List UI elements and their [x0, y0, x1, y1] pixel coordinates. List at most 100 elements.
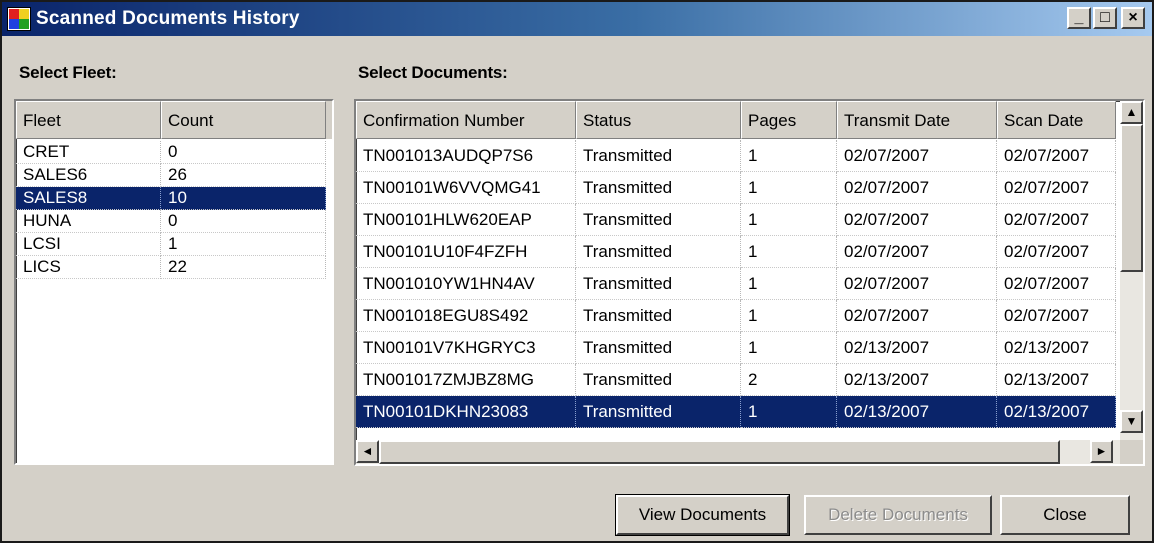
fleet-column-header[interactable]: Fleet [16, 101, 161, 139]
fleet-list[interactable]: Fleet Count CRET 0 SALES6 26 SALES8 10 HUNA 0 LC… [14, 99, 334, 465]
status-cell: Transmitted [576, 396, 741, 428]
minimize-button[interactable]: _ [1067, 7, 1091, 29]
scan-date-cell: 02/07/2007 [997, 172, 1116, 204]
documents-vertical-scrollbar[interactable]: ▲ ▼ [1120, 101, 1143, 464]
count-cell: 26 [161, 164, 326, 187]
scan-date-column-header[interactable]: Scan Date [997, 101, 1116, 139]
pages-cell: 1 [741, 268, 837, 300]
scan-date-cell: 02/07/2007 [997, 236, 1116, 268]
confirmation-number-cell: TN001017ZMJBZ8MG [356, 364, 576, 396]
scan-date-cell: 02/13/2007 [997, 364, 1116, 396]
horizontal-scroll-thumb[interactable] [379, 440, 1060, 464]
scroll-down-button[interactable]: ▼ [1120, 410, 1143, 433]
confirmation-number-cell: TN00101W6VVQMG41 [356, 172, 576, 204]
scroll-right-button[interactable]: ► [1090, 440, 1113, 463]
pages-cell: 2 [741, 364, 837, 396]
document-row[interactable]: TN001010YW1HN4AV Transmitted 1 02/07/2007 02… [356, 268, 1116, 300]
fleet-cell: LICS [16, 256, 161, 279]
fleet-row[interactable]: LICS 22 [16, 256, 326, 279]
documents-list[interactable]: Confirmation Number Status Pages Transmi… [354, 99, 1145, 466]
select-documents-label: Select Documents: [358, 63, 508, 82]
confirmation-number-cell: TN00101U10F4FZFH [356, 236, 576, 268]
document-row[interactable]: TN001017ZMJBZ8MG Transmitted 2 02/13/2007 02… [356, 364, 1116, 396]
count-column-header[interactable]: Count [161, 101, 326, 139]
transmit-date-column-header[interactable]: Transmit Date [837, 101, 997, 139]
pages-cell: 1 [741, 204, 837, 236]
documents-header-row: Confirmation Number Status Pages Transmi… [356, 101, 1116, 139]
fleet-row[interactable]: HUNA 0 [16, 210, 326, 233]
scan-date-cell: 02/13/2007 [997, 332, 1116, 364]
pages-cell: 1 [741, 332, 837, 364]
status-cell: Transmitted [576, 364, 741, 396]
document-row[interactable]: TN00101W6VVQMG41 Transmitted 1 02/07/2007 02… [356, 172, 1116, 204]
scan-date-cell: 02/07/2007 [997, 140, 1116, 172]
scroll-up-button[interactable]: ▲ [1120, 101, 1143, 124]
status-cell: Transmitted [576, 140, 741, 172]
fleet-cell: LCSI [16, 233, 161, 256]
window-title: Scanned Documents History [36, 8, 300, 29]
select-fleet-label: Select Fleet: [19, 63, 117, 82]
count-cell: 0 [161, 210, 326, 233]
count-cell: 10 [161, 187, 326, 210]
fleet-cell: CRET [16, 141, 161, 164]
pages-cell: 1 [741, 140, 837, 172]
transmit-date-cell: 02/07/2007 [837, 268, 997, 300]
transmit-date-cell: 02/07/2007 [837, 172, 997, 204]
delete-documents-button[interactable]: Delete Documents [804, 495, 992, 535]
status-cell: Transmitted [576, 268, 741, 300]
pages-cell: 1 [741, 396, 837, 428]
transmit-date-cell: 02/13/2007 [837, 332, 997, 364]
confirmation-number-cell: TN001018EGU8S492 [356, 300, 576, 332]
confirmation-number-cell: TN00101DKHN23083 [356, 396, 576, 428]
fleet-row[interactable]: CRET 0 [16, 141, 326, 164]
vertical-scroll-thumb[interactable] [1120, 124, 1143, 272]
fleet-row[interactable]: SALES8 10 [16, 187, 326, 210]
document-row[interactable]: TN00101DKHN23083 Transmitted 1 02/13/2007 02… [356, 396, 1116, 428]
documents-horizontal-scrollbar[interactable]: ◄ ► [356, 440, 1138, 464]
fleet-cell: HUNA [16, 210, 161, 233]
transmit-date-cell: 02/13/2007 [837, 396, 997, 428]
close-button[interactable]: Close [1000, 495, 1130, 535]
fleet-cell: SALES8 [16, 187, 161, 210]
status-cell: Transmitted [576, 172, 741, 204]
document-row[interactable]: TN001013AUDQP7S6 Transmitted 1 02/07/2007 02… [356, 140, 1116, 172]
status-column-header[interactable]: Status [576, 101, 741, 139]
confirmation-number-cell: TN00101HLW620EAP [356, 204, 576, 236]
document-row[interactable]: TN00101V7KHGRYC3 Transmitted 1 02/13/2007 02… [356, 332, 1116, 364]
pages-column-header[interactable]: Pages [741, 101, 837, 139]
transmit-date-cell: 02/13/2007 [837, 364, 997, 396]
transmit-date-cell: 02/07/2007 [837, 140, 997, 172]
scrollbar-corner [1120, 440, 1143, 464]
scan-date-cell: 02/13/2007 [997, 396, 1116, 428]
confirmation-number-cell: TN001013AUDQP7S6 [356, 140, 576, 172]
status-cell: Transmitted [576, 332, 741, 364]
document-row[interactable]: TN00101U10F4FZFH Transmitted 1 02/07/2007 02… [356, 236, 1116, 268]
fleet-header-row: Fleet Count [16, 101, 332, 139]
pages-cell: 1 [741, 236, 837, 268]
document-row[interactable]: TN00101HLW620EAP Transmitted 1 02/07/2007 02… [356, 204, 1116, 236]
scan-date-cell: 02/07/2007 [997, 268, 1116, 300]
scan-date-cell: 02/07/2007 [997, 204, 1116, 236]
scanned-documents-window: Scanned Documents History _ □ × Select F… [0, 0, 1154, 543]
count-cell: 1 [161, 233, 326, 256]
fleet-row[interactable]: LCSI 1 [16, 233, 326, 256]
fleet-cell: SALES6 [16, 164, 161, 187]
status-cell: Transmitted [576, 204, 741, 236]
count-cell: 22 [161, 256, 326, 279]
pages-cell: 1 [741, 300, 837, 332]
scroll-left-button[interactable]: ◄ [356, 440, 379, 463]
app-icon [7, 7, 31, 31]
fleet-row[interactable]: SALES6 26 [16, 164, 326, 187]
close-window-button[interactable]: × [1121, 7, 1145, 29]
status-cell: Transmitted [576, 300, 741, 332]
confirmation-number-column-header[interactable]: Confirmation Number [356, 101, 576, 139]
transmit-date-cell: 02/07/2007 [837, 300, 997, 332]
confirmation-number-cell: TN001010YW1HN4AV [356, 268, 576, 300]
title-bar[interactable]: Scanned Documents History _ □ × [2, 2, 1152, 36]
document-row[interactable]: TN001018EGU8S492 Transmitted 1 02/07/2007 02… [356, 300, 1116, 332]
transmit-date-cell: 02/07/2007 [837, 204, 997, 236]
pages-cell: 1 [741, 172, 837, 204]
maximize-button[interactable]: □ [1093, 7, 1117, 29]
view-documents-button[interactable]: View Documents [615, 494, 790, 536]
transmit-date-cell: 02/07/2007 [837, 236, 997, 268]
